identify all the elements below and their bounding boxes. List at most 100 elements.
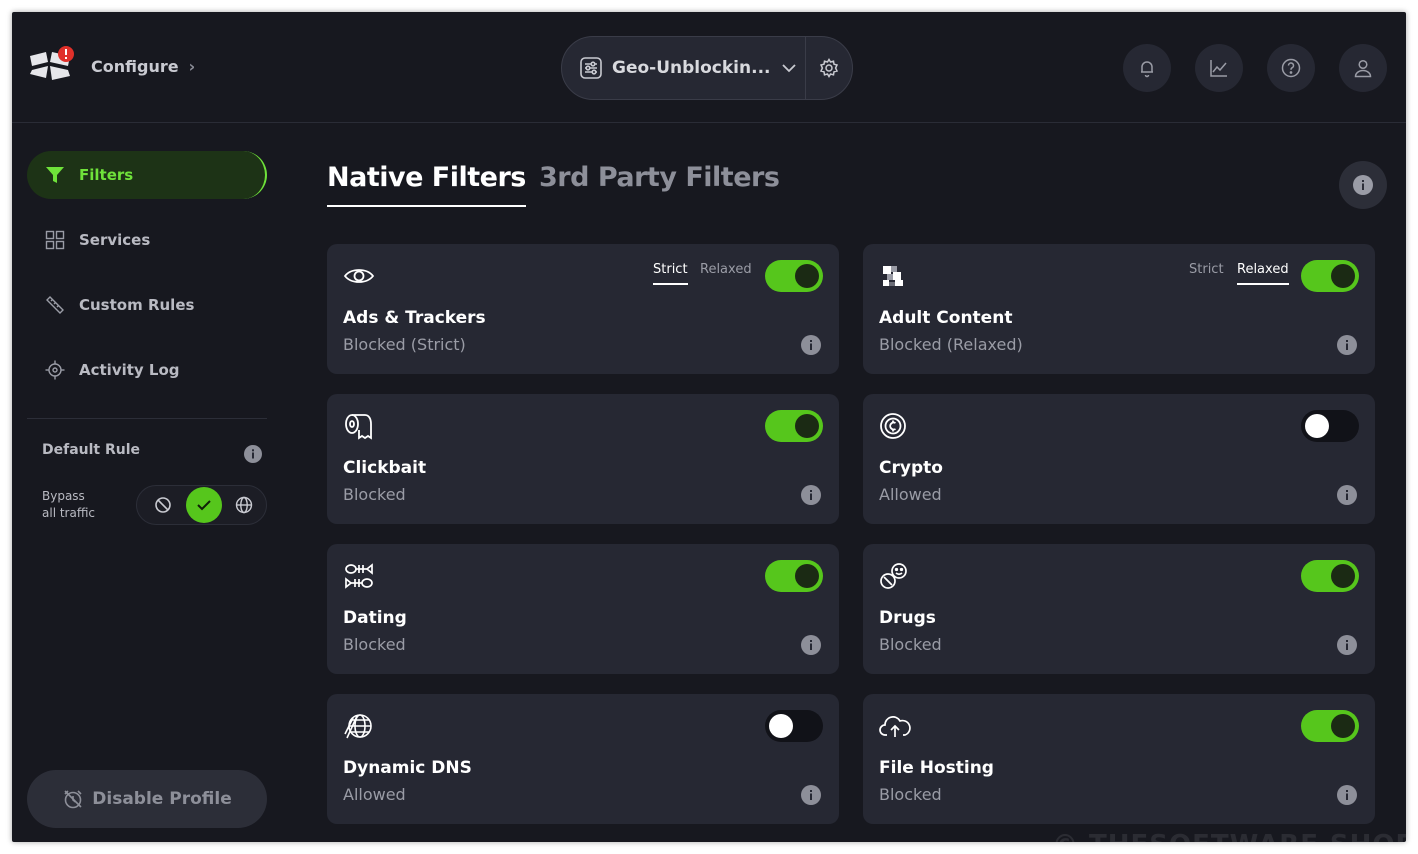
filter-toggle[interactable] [765, 560, 823, 592]
filter-info-icon[interactable] [801, 335, 821, 355]
filter-toggle[interactable] [765, 260, 823, 292]
filter-card-crypto: Crypto Allowed [863, 394, 1375, 524]
filter-card-clickbait: Clickbait Blocked [327, 394, 839, 524]
sidebar-item-label: Services [79, 231, 151, 249]
account-button[interactable] [1339, 44, 1387, 92]
help-button[interactable] [1267, 44, 1315, 92]
filters-info-button[interactable] [1339, 161, 1387, 209]
app-window: Configure › Geo-Unblockin... Filters Ser… [12, 12, 1406, 842]
filter-title: Drugs [879, 608, 936, 628]
sliders-icon [580, 57, 602, 79]
disable-profile-label: Disable Profile [92, 789, 232, 809]
chart-line-icon [1209, 58, 1229, 78]
sidebar-item-filters[interactable]: Filters [27, 151, 267, 199]
filter-toggle[interactable] [1301, 710, 1359, 742]
filter-info-icon[interactable] [801, 785, 821, 805]
filter-title: Adult Content [879, 308, 1013, 328]
funnel-icon [45, 166, 65, 184]
top-bar: Configure › Geo-Unblockin... [12, 12, 1406, 123]
breadcrumb-configure: Configure [91, 57, 179, 76]
info-icon [1353, 175, 1373, 195]
watermark: © THESOFTWARE.SHOP [1052, 830, 1406, 842]
bypass-label-line2: all traffic [42, 506, 96, 520]
gear-icon [819, 58, 839, 78]
filter-title: Dynamic DNS [343, 758, 472, 778]
filter-card-drugs: Drugs Blocked [863, 544, 1375, 674]
filter-toggle[interactable] [765, 710, 823, 742]
filter-title: Dating [343, 608, 407, 628]
filter-card-ads-trackers: Strict Relaxed Ads & Trackers Blocked (S… [327, 244, 839, 374]
filter-info-icon[interactable] [1337, 785, 1357, 805]
filter-title: Ads & Trackers [343, 308, 486, 328]
globe-icon [235, 496, 253, 514]
chevron-down-icon [781, 63, 797, 73]
tab-3rd-party-filters[interactable]: 3rd Party Filters [539, 162, 780, 193]
profile-dropdown[interactable]: Geo-Unblockin... [562, 37, 807, 99]
mode-strict-tab[interactable]: Strict [1189, 262, 1224, 283]
filter-status: Blocked [343, 635, 406, 654]
chevron-right-icon: › [188, 57, 196, 76]
toggle-knob [795, 414, 819, 438]
filter-status: Blocked [879, 785, 942, 804]
fish-bones-icon [343, 562, 375, 590]
pixelated-icon [879, 262, 911, 290]
rule-block-option[interactable] [145, 487, 181, 523]
breadcrumb[interactable]: Configure › [91, 57, 195, 76]
ruler-icon [45, 295, 65, 315]
filter-info-icon[interactable] [1337, 635, 1357, 655]
profile-settings-button[interactable] [806, 58, 852, 78]
globe-network-icon [343, 712, 375, 740]
sidebar-divider [27, 418, 267, 419]
filter-title: Crypto [879, 458, 943, 478]
app-logo[interactable] [26, 46, 76, 86]
toggle-knob [1331, 564, 1355, 588]
toilet-paper-icon [343, 412, 375, 440]
notifications-button[interactable] [1123, 44, 1171, 92]
block-icon [154, 496, 172, 514]
toggle-knob [769, 714, 793, 738]
filter-status: Allowed [343, 785, 406, 804]
crosshair-icon [45, 360, 65, 380]
user-icon [1353, 58, 1373, 78]
filter-status: Blocked [343, 485, 406, 504]
bypass-label-line1: Bypass [42, 489, 85, 503]
rule-redirect-option[interactable] [226, 487, 262, 523]
coin-icon [879, 412, 911, 440]
filter-info-icon[interactable] [1337, 335, 1357, 355]
filter-status: Allowed [879, 485, 942, 504]
filter-status: Blocked [879, 635, 942, 654]
filter-toggle[interactable] [1301, 410, 1359, 442]
filter-card-adult-content: Strict Relaxed Adult Content Blocked (Re… [863, 244, 1375, 374]
filter-card-dynamic-dns: Dynamic DNS Allowed [327, 694, 839, 824]
toggle-knob [795, 264, 819, 288]
default-rule-info-icon[interactable] [244, 445, 262, 463]
sidebar-item-activity-log[interactable]: Activity Log [27, 346, 267, 394]
rule-bypass-option[interactable] [185, 487, 222, 523]
sidebar-item-services[interactable]: Services [27, 216, 267, 264]
filter-toggle[interactable] [765, 410, 823, 442]
sidebar-item-label: Filters [79, 166, 134, 184]
cloud-upload-icon [879, 712, 911, 740]
analytics-button[interactable] [1195, 44, 1243, 92]
pills-icon [879, 562, 911, 590]
sidebar-item-custom-rules[interactable]: Custom Rules [27, 281, 267, 329]
mode-relaxed-tab[interactable]: Relaxed [700, 262, 752, 283]
profile-name: Geo-Unblockin... [612, 58, 771, 78]
filter-toggle[interactable] [1301, 260, 1359, 292]
disable-profile-button[interactable]: Disable Profile [27, 770, 267, 828]
profile-selector: Geo-Unblockin... [561, 36, 853, 100]
bell-icon [1137, 58, 1157, 78]
eye-icon [343, 262, 375, 290]
toggle-knob [795, 564, 819, 588]
mode-strict-tab[interactable]: Strict [653, 262, 688, 285]
sidebar-item-label: Custom Rules [79, 296, 195, 314]
filter-info-icon[interactable] [801, 485, 821, 505]
filter-title: File Hosting [879, 758, 994, 778]
check-icon [196, 498, 212, 512]
filter-info-icon[interactable] [1337, 485, 1357, 505]
filter-title: Clickbait [343, 458, 427, 478]
tab-native-filters[interactable]: Native Filters [327, 162, 526, 207]
mode-relaxed-tab[interactable]: Relaxed [1237, 262, 1289, 285]
filter-toggle[interactable] [1301, 560, 1359, 592]
filter-info-icon[interactable] [801, 635, 821, 655]
